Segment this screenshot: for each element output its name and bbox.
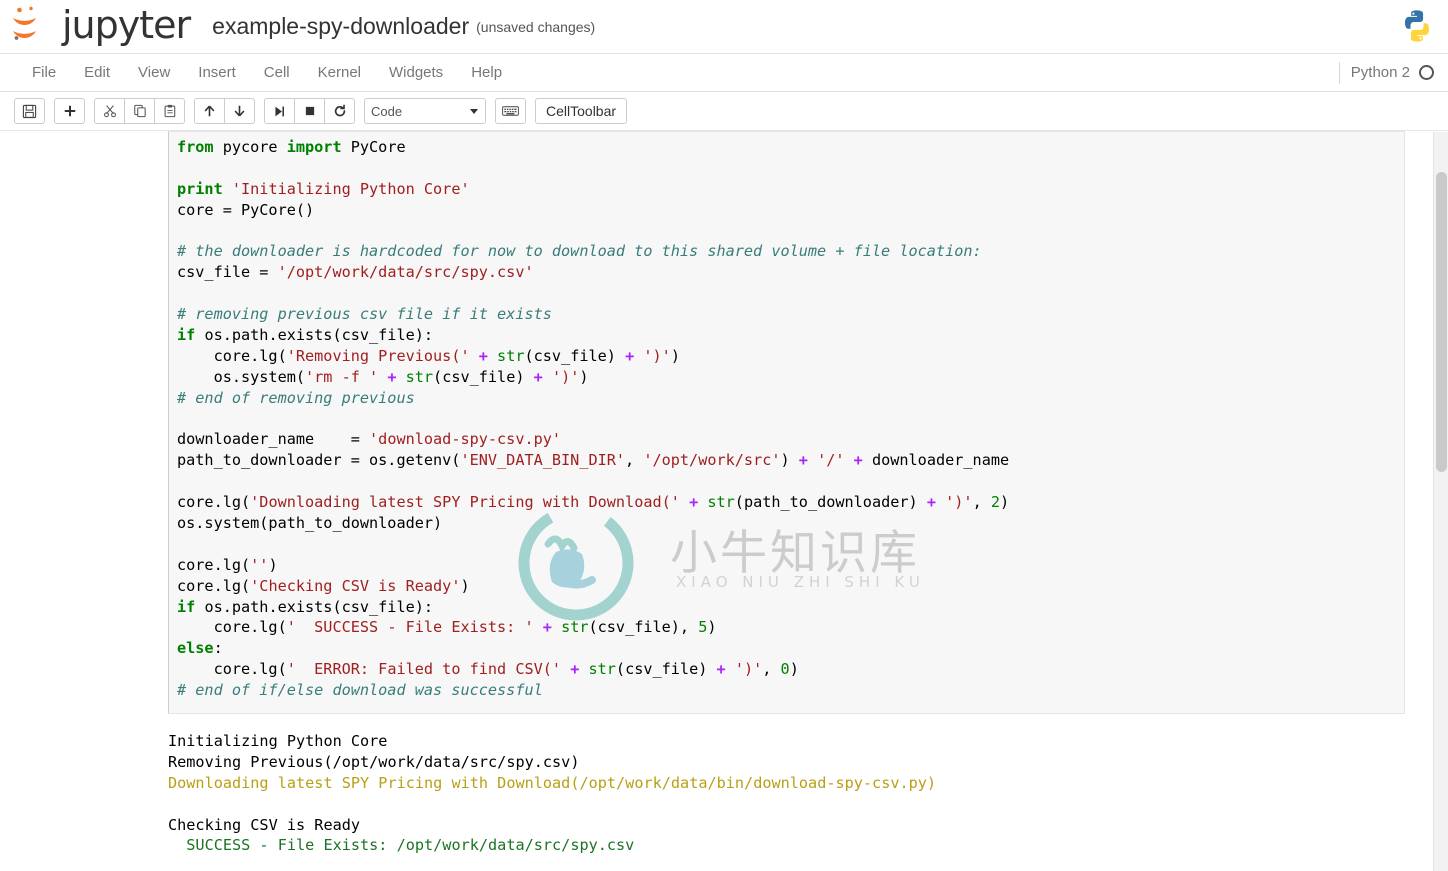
chevron-down-icon (470, 108, 478, 114)
code-line: path_to_downloader = os.getenv('ENV_DATA… (177, 451, 1010, 470)
jupyter-notebook-window: jupyter example-spy-downloader (unsaved … (0, 0, 1448, 871)
python-logo (1392, 2, 1442, 50)
vertical-scrollbar[interactable] (1433, 132, 1448, 871)
code-line: csv_file = '/opt/work/data/src/spy.csv' (177, 263, 534, 282)
output-line: SUCCESS - File Exists: /opt/work/data/sr… (168, 836, 635, 855)
code-line: os.system(path_to_downloader) (177, 514, 443, 533)
output-line: Downloading latest SPY Pricing with Down… (168, 773, 937, 792)
menu-item-view[interactable]: View (124, 60, 184, 85)
code-line: # end of removing previous (177, 388, 415, 407)
stop-kernel-button[interactable] (294, 98, 325, 124)
code-line: from pycore import PyCore (177, 138, 406, 156)
code-line: os.system('rm -f ' + str(csv_file) + ')'… (177, 367, 589, 386)
code-line: core.lg(' SUCCESS - File Exists: ' + str… (177, 618, 717, 637)
menu-item-widgets[interactable]: Widgets (375, 60, 457, 85)
toolbar-group-insert (54, 98, 85, 124)
command-palette-button[interactable] (495, 98, 526, 124)
menu-item-help[interactable]: Help (457, 60, 516, 85)
code-line: core.lg('Checking CSV is Ready') (177, 576, 470, 595)
code-editor[interactable]: from pycore import PyCore print 'Initial… (169, 132, 1404, 701)
code-line: if os.path.exists(csv_file): (177, 597, 434, 616)
cell-type-select[interactable]: Code (364, 98, 486, 124)
code-line: core.lg(' ERROR: Failed to find CSV(' + … (177, 660, 799, 679)
cell-type-value: Code (371, 103, 403, 119)
move-cell-down-button[interactable] (224, 98, 255, 124)
cut-button[interactable] (94, 98, 125, 124)
code-line: core.lg('Downloading latest SPY Pricing … (177, 493, 1010, 512)
output-line: Initializing Python Core (168, 732, 388, 750)
notebook-name[interactable]: example-spy-downloader (212, 15, 469, 38)
code-line: downloader_name = 'download-spy-csv.py' (177, 430, 562, 449)
menu-item-file[interactable]: File (18, 60, 70, 85)
paste-button[interactable] (154, 98, 185, 124)
toolbar-group-file (14, 98, 45, 124)
add-cell-button[interactable] (54, 98, 85, 124)
save-button[interactable] (14, 98, 45, 124)
cell-output-area: Initializing Python Core Removing Previou… (168, 731, 1405, 856)
jupyter-logo[interactable] (10, 5, 56, 49)
code-line: # the downloader is hardcoded for now to… (177, 242, 982, 261)
kernel-idle-circle-icon[interactable] (1419, 65, 1434, 80)
scrollbar-thumb[interactable] (1436, 172, 1447, 472)
menu-item-insert[interactable]: Insert (184, 60, 250, 85)
menu-item-edit[interactable]: Edit (70, 60, 124, 85)
kernel-divider (1338, 61, 1340, 84)
code-line: core.lg('Removing Previous(' + str(csv_f… (177, 346, 680, 365)
code-line: core.lg('') (177, 555, 278, 574)
restart-kernel-button[interactable] (324, 98, 355, 124)
code-line: if os.path.exists(csv_file): (177, 326, 434, 345)
menu-item-cell[interactable]: Cell (250, 60, 304, 85)
toolbar-group-move (194, 98, 255, 124)
code-line: else: (177, 639, 223, 658)
code-cell[interactable]: from pycore import PyCore print 'Initial… (168, 131, 1405, 714)
jupyter-wordmark: jupyter (62, 2, 191, 47)
code-line: print 'Initializing Python Core' (177, 179, 470, 198)
move-cell-up-button[interactable] (194, 98, 225, 124)
toolbar-group-keyboard (495, 98, 526, 124)
notebook-body: from pycore import PyCore print 'Initial… (0, 131, 1448, 871)
kernel-indicator-zone: Python 2 (1338, 54, 1434, 91)
code-line: # end of if/else download was successful (177, 681, 543, 700)
toolbar-group-run (264, 98, 355, 124)
kernel-name-label: Python 2 (1350, 64, 1410, 81)
menu-item-kernel[interactable]: Kernel (304, 60, 375, 85)
toolbar-group-edit (94, 98, 185, 124)
notebook-dirty-status: (unsaved changes) (476, 18, 596, 35)
copy-button[interactable] (124, 98, 155, 124)
notebook-header: jupyter example-spy-downloader (unsaved … (0, 0, 1448, 53)
code-line: core = PyCore() (177, 200, 315, 219)
toolbar: Code CellToolbar (0, 92, 1448, 131)
code-line: # removing previous csv file if it exist… (177, 305, 552, 324)
celltoolbar-button[interactable]: CellToolbar (535, 98, 628, 124)
menubar: File Edit View Insert Cell Kernel Widget… (0, 53, 1448, 92)
output-line: Removing Previous(/opt/work/data/src/spy… (168, 752, 580, 771)
output-line: Checking CSV is Ready (168, 815, 361, 834)
run-cell-button[interactable] (264, 98, 295, 124)
